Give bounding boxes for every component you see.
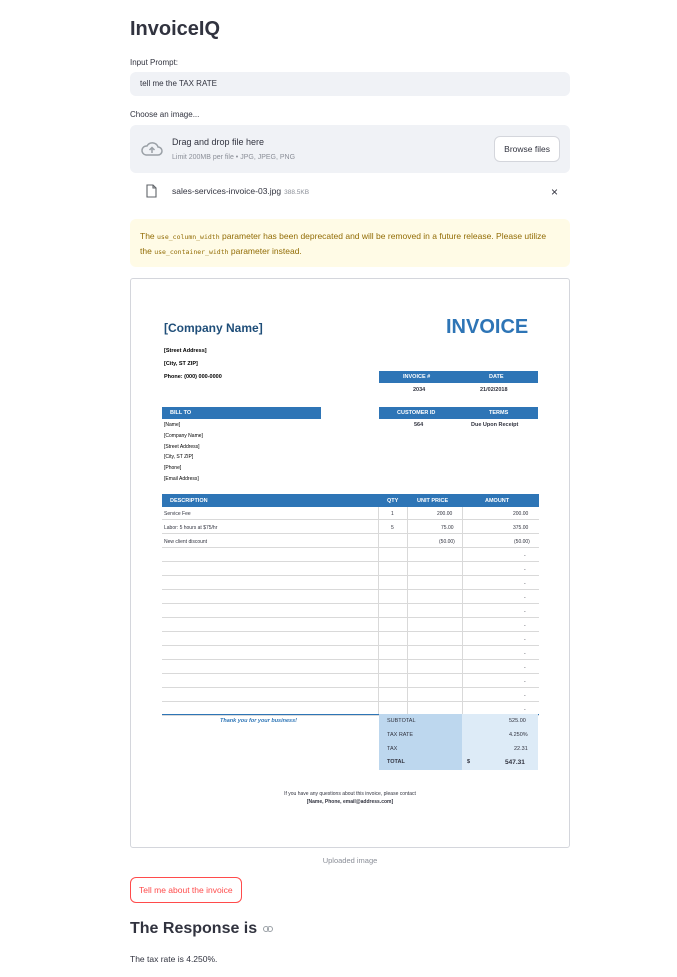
total-label: TOTAL — [387, 759, 405, 765]
terms: Due Upon Receipt — [471, 422, 519, 428]
table-row: - — [162, 591, 539, 604]
items-table-header: DESCRIPTION QTY UNIT PRICE AMOUNT — [162, 494, 539, 507]
app-title: InvoiceIQ — [130, 18, 221, 40]
empty-amount: - — [524, 609, 526, 615]
code-use-container-width: use_container_width — [154, 248, 229, 256]
close-icon[interactable]: × — [551, 185, 558, 199]
invoice-phone: Phone: (000) 000-0000 — [164, 374, 222, 380]
table-row: Labor: 5 hours at $75/hr 5 75.00 375.00 — [162, 521, 539, 534]
uploader-label: Choose an image... — [130, 110, 200, 119]
table-row: - — [162, 619, 539, 632]
thank-you-note: Thank you for your business! — [220, 718, 298, 724]
invoice-footer-line2: [Name, Phone, email@address.com] — [306, 799, 394, 805]
table-row: - — [162, 661, 539, 674]
empty-amount: - — [524, 693, 526, 699]
anchor-link-icon[interactable] — [263, 926, 274, 932]
drop-text: Drag and drop file here — [172, 137, 265, 147]
empty-amount: - — [524, 665, 526, 671]
prompt-label: Input Prompt: — [130, 58, 179, 67]
bill-line: [Name] — [164, 422, 181, 428]
items-table: Service Fee 1 200.00 200.00 Labor: 5 hou… — [162, 507, 539, 716]
file-icon — [146, 184, 157, 198]
invoice-city: [City, ST ZIP] — [164, 361, 198, 367]
table-row: - — [162, 563, 539, 576]
totals-value-block — [462, 714, 538, 770]
tax-value: 22.31 — [514, 746, 528, 752]
empty-amount: - — [524, 581, 526, 587]
table-row: - — [162, 605, 539, 618]
image-caption: Uploaded image — [322, 856, 378, 865]
table-row: - — [162, 633, 539, 646]
empty-amount: - — [524, 637, 526, 643]
customer-terms-header: CUSTOMER ID TERMS — [379, 407, 538, 419]
empty-amount: - — [524, 595, 526, 601]
empty-amount: - — [524, 623, 526, 629]
table-row: Service Fee 1 200.00 200.00 — [162, 507, 539, 520]
deprecation-warning: The use_column_width parameter has been … — [130, 219, 570, 267]
bill-to-header: BILL TO — [162, 407, 321, 419]
bill-line: [Street Address] — [164, 444, 200, 450]
invoice-footer-line1: If you have any questions about this inv… — [284, 791, 416, 797]
bill-line: [City, ST ZIP] — [164, 454, 194, 460]
table-row: - — [162, 675, 539, 688]
invoice-number-date-header: INVOICE # DATE — [379, 371, 538, 383]
table-row: - — [162, 577, 539, 590]
code-use-column-width: use_column_width — [157, 233, 220, 241]
tax-label: TAX — [387, 746, 398, 752]
uploaded-file-row: sales-services-invoice-03.jpg 388.5KB × — [130, 182, 570, 202]
bill-line: [Phone] — [164, 465, 182, 471]
invoice-title: INVOICE — [446, 316, 529, 338]
empty-amount: - — [524, 679, 526, 685]
invoice-number: 2034 — [413, 387, 426, 393]
browse-files-button[interactable]: Browse files — [494, 136, 560, 162]
invoice-date: 21/02/2018 — [480, 387, 508, 393]
subtotal-value: 525.00 — [509, 718, 526, 724]
invoice-street: [Street Address] — [164, 348, 207, 354]
cloud-upload-icon — [141, 142, 163, 156]
table-row: - — [162, 689, 539, 702]
empty-amount: - — [524, 553, 526, 559]
uploaded-invoice-image: [Company Name] INVOICE [Street Address] … — [130, 278, 570, 848]
file-dropzone[interactable]: Drag and drop file here Limit 200MB per … — [130, 125, 570, 173]
response-text: The tax rate is 4.250%. — [130, 954, 218, 964]
prompt-input[interactable]: tell me the TAX RATE — [130, 72, 570, 96]
tell-me-about-invoice-button[interactable]: Tell me about the invoice — [130, 877, 242, 903]
total-value: 547.31 — [505, 759, 525, 766]
bill-line: [Company Name] — [164, 433, 203, 439]
invoice-company: [Company Name] — [164, 321, 263, 335]
table-row: New client discount (50.00) (50.00) — [162, 535, 539, 548]
subtotal-label: SUBTOTAL — [387, 718, 416, 724]
customer-id: 564 — [414, 422, 424, 428]
table-row: - — [162, 549, 539, 562]
bill-line: [Email Address] — [164, 476, 199, 482]
file-name: sales-services-invoice-03.jpg 388.5KB — [172, 186, 310, 196]
tax-rate-value: 4.250% — [509, 732, 528, 738]
empty-amount: - — [524, 567, 526, 573]
file-size: 388.5KB — [284, 189, 310, 196]
currency-symbol: $ — [467, 759, 471, 765]
tax-rate-label: TAX RATE — [387, 732, 414, 738]
response-heading: The Response is — [130, 920, 274, 938]
empty-amount: - — [524, 651, 526, 657]
empty-amount: - — [524, 707, 526, 713]
table-row: - — [162, 647, 539, 660]
drop-limit-text: Limit 200MB per file • JPG, JPEG, PNG — [172, 154, 296, 161]
